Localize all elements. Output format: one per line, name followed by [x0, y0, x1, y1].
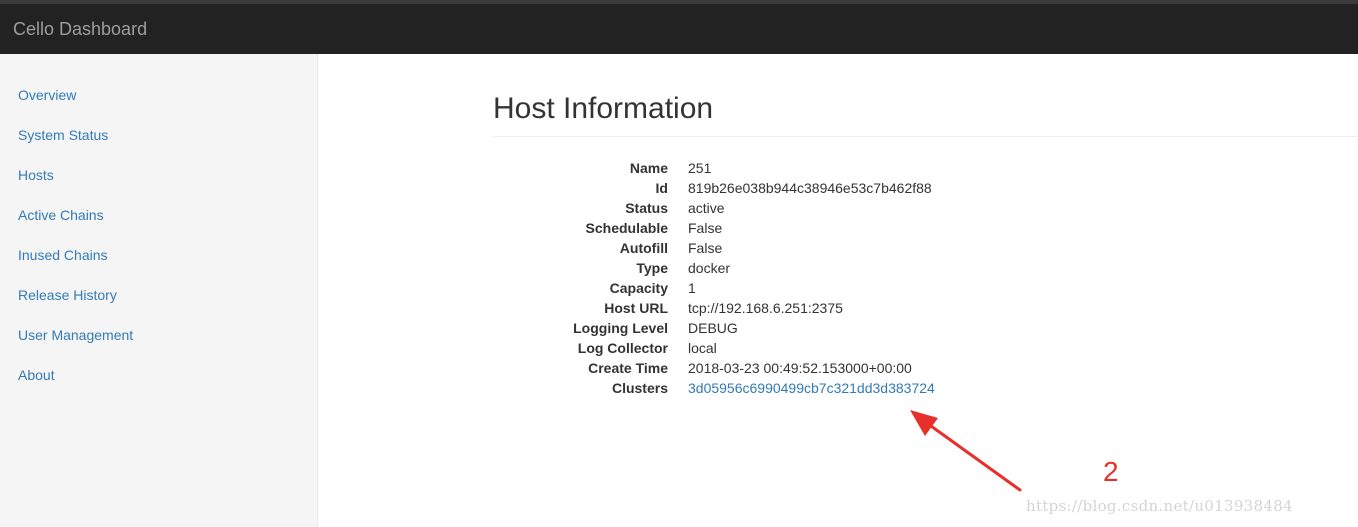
sidebar-nav: Overview System Status Hosts Active Chai…	[0, 54, 317, 398]
sidebar-link-system-status[interactable]: System Status	[0, 118, 317, 152]
sidebar-link-inused-chains[interactable]: Inused Chains	[0, 238, 317, 272]
info-label: Capacity	[609, 280, 668, 296]
sidebar-link-overview[interactable]: Overview	[0, 78, 317, 112]
host-info-list: Name 251 Id 819b26e038b944c38946e53c7b462f…	[493, 158, 1093, 398]
info-label: Status	[625, 200, 668, 216]
info-label: Clusters	[611, 380, 668, 396]
main-content: Host Information Name 251 Id 819b26e038b94…	[318, 54, 1358, 527]
sidebar: Overview System Status Hosts Active Chai…	[0, 54, 318, 527]
info-label: Host URL	[604, 300, 668, 316]
info-value: tcp://192.168.6.251:2375	[688, 300, 843, 316]
info-value: DEBUG	[688, 320, 738, 336]
sidebar-item-hosts: Hosts	[0, 158, 317, 198]
sidebar-link-active-chains[interactable]: Active Chains	[0, 198, 317, 232]
info-value: docker	[688, 260, 731, 276]
info-value: False	[688, 220, 723, 236]
sidebar-item-system-status: System Status	[0, 118, 317, 158]
info-label: Type	[636, 260, 668, 276]
info-value: 2018-03-23 00:49:52.153000+00:00	[688, 360, 912, 376]
info-row-create-time: Create Time 2018-03-23 00:49:52.153000+00…	[493, 358, 1093, 378]
cluster-link[interactable]: 3d05956c6990499cb7c321dd3d383724	[688, 380, 935, 396]
sidebar-link-user-management[interactable]: User Management	[0, 318, 317, 352]
sidebar-item-user-management: User Management	[0, 318, 317, 358]
info-value: False	[688, 240, 723, 256]
info-row-host-url: Host URL tcp://192.168.6.251:2375	[493, 298, 1093, 318]
info-value-container: 3d05956c6990499cb7c321dd3d383724	[688, 378, 935, 398]
brand-link[interactable]: Cello Dashboard	[13, 19, 147, 40]
info-value: active	[688, 200, 725, 216]
info-row-id: Id 819b26e038b944c38946e53c7b462f88	[493, 178, 1093, 198]
info-row-name: Name 251	[493, 158, 1093, 178]
info-label: Name	[629, 160, 668, 176]
page-title: Host Information	[493, 92, 714, 125]
info-row-capacity: Capacity 1	[493, 278, 1093, 298]
info-row-type: Type docker	[493, 258, 1093, 278]
info-row-log-collector: Log Collector local	[493, 338, 1093, 358]
info-label: Create Time	[588, 360, 668, 376]
sidebar-link-hosts[interactable]: Hosts	[0, 158, 317, 192]
sidebar-item-about: About	[0, 358, 317, 398]
sidebar-link-about[interactable]: About	[0, 358, 317, 392]
top-navbar: Cello Dashboard	[0, 0, 1358, 54]
info-value: 251	[688, 160, 712, 176]
watermark-text: https://blog.csdn.net/u013938484	[1026, 497, 1293, 515]
annotation-number: 2	[1103, 456, 1119, 487]
info-label: Schedulable	[585, 220, 668, 236]
info-value: 819b26e038b944c38946e53c7b462f88	[688, 180, 932, 196]
info-value: 1	[688, 280, 696, 296]
sidebar-item-inused-chains: Inused Chains	[0, 238, 317, 278]
sidebar-link-release-history[interactable]: Release History	[0, 278, 317, 312]
info-label: Log Collector	[577, 340, 668, 356]
title-divider	[493, 136, 1358, 137]
sidebar-item-overview: Overview	[0, 78, 317, 118]
info-label: Logging Level	[573, 320, 668, 336]
info-row-status: Status active	[493, 198, 1093, 218]
info-label: Autofill	[619, 240, 668, 256]
info-label: Id	[655, 180, 668, 196]
sidebar-item-active-chains: Active Chains	[0, 198, 317, 238]
info-row-logging-level: Logging Level DEBUG	[493, 318, 1093, 338]
info-row-schedulable: Schedulable False	[493, 218, 1093, 238]
info-row-clusters: Clusters 3d05956c6990499cb7c321dd3d383724	[493, 378, 1093, 398]
info-value: local	[688, 340, 717, 356]
sidebar-item-release-history: Release History	[0, 278, 317, 318]
info-row-autofill: Autofill False	[493, 238, 1093, 258]
